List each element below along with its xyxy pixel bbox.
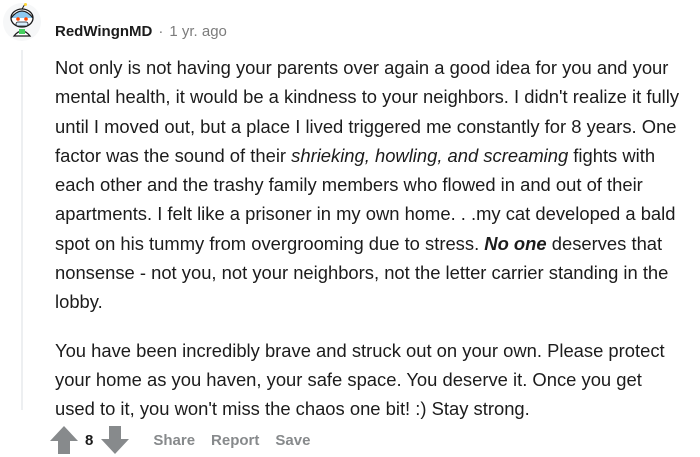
report-button[interactable]: Report	[211, 432, 259, 449]
comment-header: RedWingnMD · 1 yr. ago	[55, 20, 227, 42]
upvote-arrow-icon	[50, 426, 78, 454]
vote-score: 8	[85, 431, 94, 449]
thread-line[interactable]	[21, 50, 23, 410]
downvote-arrow-icon	[101, 426, 130, 454]
text-run: shrieking, howling, and screaming	[291, 144, 569, 166]
comment-paragraph: You have been incredibly brave and struc…	[55, 336, 685, 424]
save-button[interactable]: Save	[275, 432, 310, 449]
meta-separator: ·	[158, 22, 164, 40]
comment-body: Not only is not having your parents over…	[55, 53, 685, 424]
comment-actions: 8 Share Report Save	[48, 423, 310, 457]
downvote-button[interactable]	[99, 424, 131, 456]
text-run: You have been incredibly brave and struc…	[55, 339, 665, 420]
share-button[interactable]: Share	[153, 432, 195, 449]
username-link[interactable]: RedWingnMD	[55, 23, 152, 40]
user-avatar[interactable]	[2, 2, 42, 42]
snoo-avatar-icon	[3, 3, 41, 41]
comment-paragraph: Not only is not having your parents over…	[55, 53, 685, 317]
upvote-button[interactable]	[48, 424, 80, 456]
timestamp-link[interactable]: 1 yr. ago	[169, 23, 227, 40]
text-run: No one	[484, 232, 547, 254]
